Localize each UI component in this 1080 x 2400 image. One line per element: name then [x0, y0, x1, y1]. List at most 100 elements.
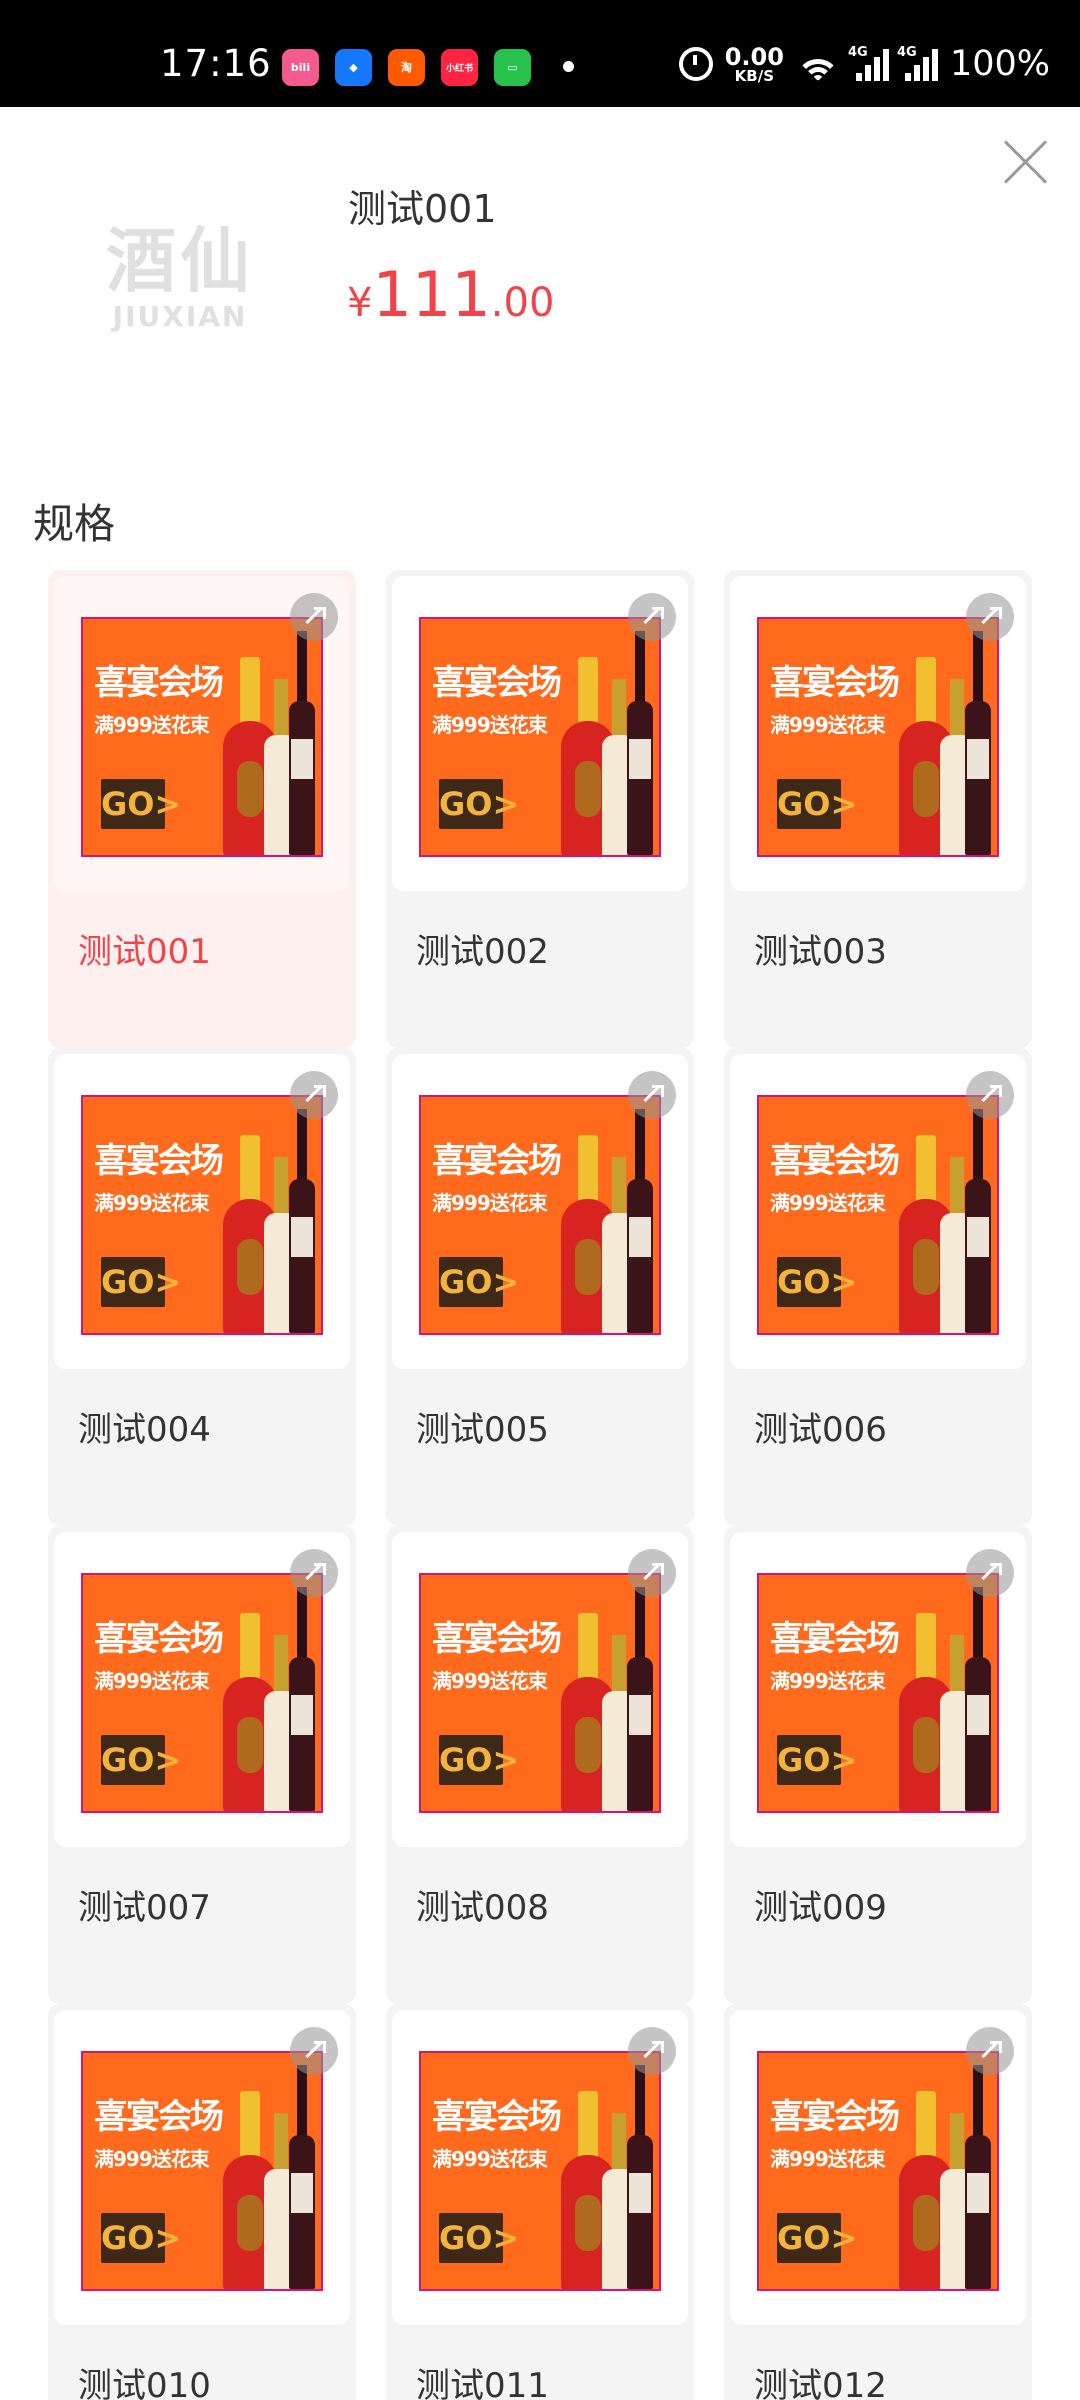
- banner-title: 喜宴会场: [770, 1141, 900, 1181]
- banner-subtitle: 满999送花束: [770, 2147, 886, 2171]
- spec-option-card[interactable]: 喜宴会场 满999送花束 GO> 测试001: [48, 570, 356, 1048]
- product-banner-image: 喜宴会场 满999送花束 GO>: [757, 1095, 999, 1335]
- expand-image-icon[interactable]: [966, 1549, 1014, 1597]
- expand-image-icon[interactable]: [290, 593, 338, 641]
- spec-option-card[interactable]: 喜宴会场满999送花束 GO> 测试002: [386, 570, 694, 1048]
- spec-option-label: 测试009: [754, 1888, 887, 1928]
- spec-option-image[interactable]: 喜宴会场满999送花束 GO>: [392, 576, 688, 891]
- spec-option-image[interactable]: 喜宴会场 满999送花束 GO>: [54, 1054, 350, 1369]
- spec-option-card[interactable]: 喜宴会场 满999送花束 GO> 测试005: [386, 1048, 694, 1526]
- expand-image-icon[interactable]: [966, 593, 1014, 641]
- product-banner-image: 喜宴会场 满999送花束 GO>: [757, 1573, 999, 1813]
- spec-option-label: 测试008: [416, 1888, 549, 1928]
- expand-image-icon[interactable]: [628, 593, 676, 641]
- expand-image-icon[interactable]: [628, 2027, 676, 2075]
- expand-image-icon[interactable]: [290, 2027, 338, 2075]
- banner-title: 喜宴会场: [94, 2097, 224, 2137]
- spec-option-card[interactable]: 喜宴会场 满999送花束 GO> 测试010: [48, 2004, 356, 2400]
- alarm-icon: [678, 47, 713, 81]
- banner-title: 喜宴会场: [432, 663, 562, 703]
- banner-title: 喜宴会场: [432, 1619, 562, 1659]
- price-integer: 111: [372, 258, 491, 331]
- expand-image-icon[interactable]: [290, 1071, 338, 1119]
- wine-bottle-graphic: [289, 1109, 315, 1333]
- expand-image-icon[interactable]: [966, 1071, 1014, 1119]
- banner-go-label: GO>: [439, 779, 519, 829]
- wine-bottle-graphic: [965, 1587, 991, 1811]
- wifi-icon: [795, 47, 840, 81]
- battery-level: 100%: [949, 44, 1050, 84]
- banner-subtitle: 满999送花束: [770, 713, 886, 737]
- spec-option-image[interactable]: 喜宴会场 满999送花束 GO>: [54, 1532, 350, 1847]
- spec-option-image[interactable]: 喜宴会场 满999送花束 GO>: [392, 2010, 688, 2325]
- spec-option-card[interactable]: 喜宴会场满999送花束 GO> 测试008: [386, 1526, 694, 2004]
- product-banner-image: 喜宴会场满999送花束 GO>: [419, 1573, 661, 1813]
- signal-1-icon: 4G: [848, 45, 889, 81]
- spec-option-image[interactable]: 喜宴会场 满999送花束 GO>: [392, 1054, 688, 1369]
- banner-subtitle: 满999送花束: [432, 713, 548, 737]
- product-name: 测试001: [348, 187, 497, 231]
- banner-subtitle: 满999送花束: [94, 2147, 210, 2171]
- more-notifications-dot-icon: [563, 61, 574, 72]
- banner-title: 喜宴会场: [770, 2097, 900, 2137]
- expand-image-icon[interactable]: [966, 2027, 1014, 2075]
- spec-option-label: 测试010: [78, 2366, 211, 2400]
- xiaohongshu-icon: 小红书: [441, 48, 478, 86]
- wine-bottle-graphic: [289, 631, 315, 855]
- spec-option-card[interactable]: 喜宴会场 满999送花束 GO> 测试006: [724, 1048, 1032, 1526]
- bilibili-icon: bili: [282, 48, 319, 86]
- spec-option-label: 测试007: [78, 1888, 211, 1928]
- network-speed-value: 0.00: [724, 42, 784, 71]
- banner-subtitle: 满999送花束: [432, 1191, 548, 1215]
- spec-option-image[interactable]: 喜宴会场满999送花束 GO>: [392, 1532, 688, 1847]
- status-bar: 17:16 bili ◆ 淘 小红书 ▭ 0.00 KB/S 4G 4G 100…: [0, 0, 1080, 107]
- product-thumbnail[interactable]: 酒仙 JIUXIAN: [95, 220, 265, 345]
- spec-option-image[interactable]: 喜宴会场 满999送花束 GO>: [730, 1054, 1026, 1369]
- spec-option-image[interactable]: 喜宴会场 满999送花束 GO>: [730, 2010, 1026, 2325]
- expand-image-icon[interactable]: [290, 1549, 338, 1597]
- spec-option-image[interactable]: 喜宴会场 满999送花束 GO>: [730, 1532, 1026, 1847]
- product-banner-image: 喜宴会场 满999送花束 GO>: [81, 2051, 323, 2291]
- expand-image-icon[interactable]: [628, 1549, 676, 1597]
- spec-option-card[interactable]: 喜宴会场 满999送花束 GO> 测试004: [48, 1048, 356, 1526]
- close-icon[interactable]: [1000, 137, 1050, 187]
- wine-bottle-graphic: [627, 631, 653, 855]
- product-banner-image: 喜宴会场 满999送花束 GO>: [81, 1573, 323, 1813]
- banner-go-label: GO>: [101, 1257, 181, 1307]
- banner-go-label: GO>: [101, 779, 181, 829]
- banner-go-label: GO>: [439, 1735, 519, 1785]
- wine-bottle-graphic: [627, 2065, 653, 2289]
- spec-option-image[interactable]: 喜宴会场满999送花束 GO>: [54, 576, 350, 891]
- expand-image-icon[interactable]: [628, 1071, 676, 1119]
- product-banner-image: 喜宴会场满999送花束 GO>: [81, 617, 323, 857]
- signal-2-icon: 4G: [897, 45, 938, 81]
- spec-option-image[interactable]: 喜宴会场 满999送花束 GO>: [54, 2010, 350, 2325]
- wine-bottle-graphic: [965, 631, 991, 855]
- wine-bottle-graphic: [965, 2065, 991, 2289]
- logo-en: JIUXIAN: [112, 300, 248, 333]
- alipay-icon: ◆: [335, 48, 372, 86]
- network-speed: 0.00 KB/S: [725, 45, 784, 84]
- wine-bottle-graphic: [289, 1587, 315, 1811]
- banner-subtitle: 满999送花束: [94, 713, 210, 737]
- banner-go-label: GO>: [777, 1735, 857, 1785]
- spec-option-image[interactable]: 喜宴会场 满999送花束 GO>: [730, 576, 1026, 891]
- price-currency: ¥: [347, 280, 373, 326]
- spec-option-card[interactable]: 喜宴会场 满999送花束 GO> 测试007: [48, 1526, 356, 2004]
- network-speed-unit: KB/S: [734, 66, 774, 85]
- spec-option-label: 测试006: [754, 1410, 887, 1450]
- spec-option-label: 测试002: [416, 932, 549, 972]
- spec-option-card[interactable]: 喜宴会场 满999送花束 GO> 测试003: [724, 570, 1032, 1048]
- spec-section-title: 规格: [33, 500, 115, 548]
- spec-option-label: 测试012: [754, 2366, 887, 2400]
- spec-option-card[interactable]: 喜宴会场 满999送花束 GO> 测试009: [724, 1526, 1032, 2004]
- product-banner-image: 喜宴会场 满999送花束 GO>: [81, 1095, 323, 1335]
- wine-bottle-graphic: [289, 2065, 315, 2289]
- spec-option-label: 测试011: [416, 2366, 549, 2400]
- spec-option-card[interactable]: 喜宴会场 满999送花束 GO> 测试011: [386, 2004, 694, 2400]
- spec-option-card[interactable]: 喜宴会场 满999送花束 GO> 测试012: [724, 2004, 1032, 2400]
- banner-subtitle: 满999送花束: [432, 1669, 548, 1693]
- status-right: 0.00 KB/S 4G 4G 100%: [678, 42, 1050, 86]
- banner-title: 喜宴会场: [94, 663, 224, 703]
- banner-title: 喜宴会场: [770, 1619, 900, 1659]
